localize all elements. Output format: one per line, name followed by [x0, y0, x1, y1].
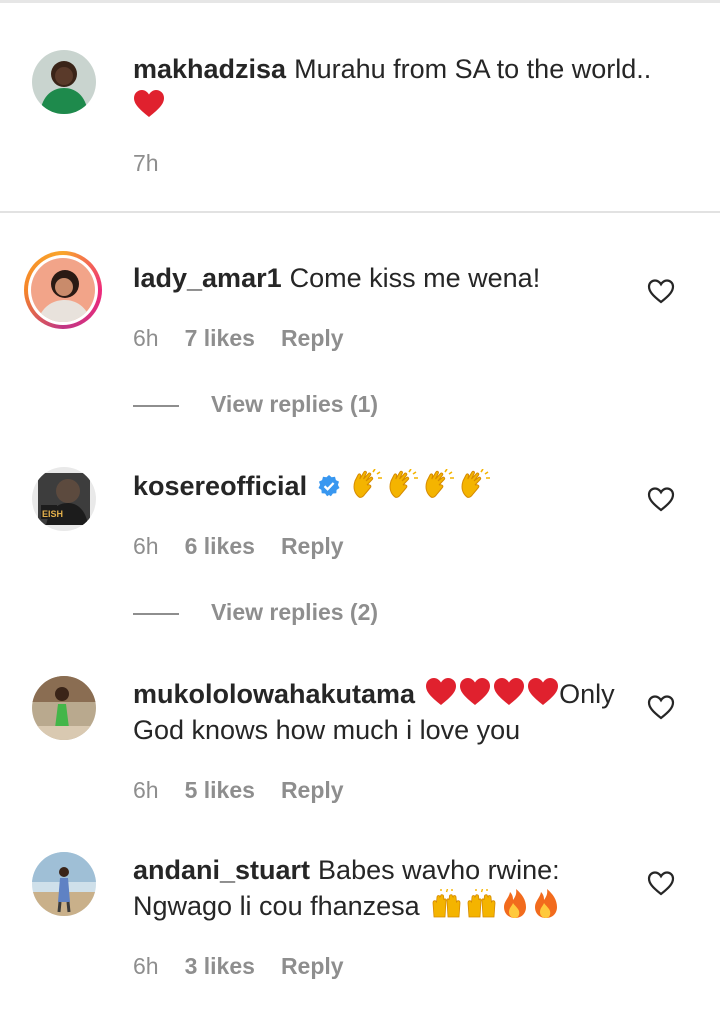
comment-text: mukololowahakutama Only God knows how mu…	[133, 676, 643, 748]
emoji-row	[431, 889, 560, 919]
likes-count[interactable]: 3 likes	[185, 953, 255, 979]
comment-body: Only	[559, 679, 615, 709]
caption-time: 7h	[133, 150, 159, 176]
comment-meta: 6h 3 likes Reply	[133, 951, 370, 981]
likes-count[interactable]: 5 likes	[185, 777, 255, 803]
avatar-logo-text: EISH	[42, 509, 63, 519]
comment-meta: 6h 7 likes Reply	[133, 323, 370, 353]
view-replies-button[interactable]: View replies (1)	[133, 391, 378, 418]
avatar[interactable]: EISH	[32, 467, 96, 531]
comment-time: 6h	[133, 777, 159, 803]
view-replies-button[interactable]: View replies (2)	[133, 599, 378, 626]
comment-meta: 6h 5 likes Reply	[133, 775, 370, 805]
caption-username[interactable]: makhadzisa	[133, 54, 286, 84]
likes-count[interactable]: 6 likes	[185, 533, 255, 559]
reply-button[interactable]: Reply	[281, 533, 344, 559]
reply-button[interactable]: Reply	[281, 325, 344, 351]
like-heart-icon[interactable]	[647, 870, 675, 896]
comment-username[interactable]: andani_stuart	[133, 855, 310, 885]
clapping-hands-icon	[425, 469, 455, 498]
likes-count[interactable]: 7 likes	[185, 325, 255, 351]
comment-username[interactable]: kosereofficial	[133, 471, 307, 501]
comment-username[interactable]: mukololowahakutama	[133, 679, 415, 709]
view-replies-label[interactable]: View replies (1)	[211, 391, 378, 417]
red-heart-icon	[528, 678, 559, 705]
clapping-hands-icon	[461, 469, 491, 498]
red-heart-icon	[494, 678, 525, 705]
view-replies-label[interactable]: View replies (2)	[211, 599, 378, 625]
story-ring[interactable]	[24, 251, 102, 329]
like-heart-icon[interactable]	[647, 278, 675, 304]
like-heart-icon[interactable]	[647, 694, 675, 720]
comment-time: 6h	[133, 953, 159, 979]
reply-button[interactable]: Reply	[281, 953, 344, 979]
caption-text: makhadzisa Murahu from SA to the world..	[133, 51, 693, 87]
clapping-hands-icon	[389, 469, 419, 498]
avatar[interactable]	[32, 50, 96, 114]
red-heart-icon	[460, 678, 491, 705]
like-heart-icon[interactable]	[647, 486, 675, 512]
raising-hands-icon	[432, 889, 461, 918]
red-heart-icon	[133, 89, 165, 119]
verified-badge-icon	[318, 475, 340, 497]
comment-time: 6h	[133, 533, 159, 559]
red-heart-icon	[426, 678, 457, 705]
comment-body-line2: God knows how much i love you	[133, 715, 521, 745]
fire-icon	[504, 889, 527, 918]
fire-icon	[535, 889, 558, 918]
comment-text: andani_stuart Babes wavho rwine: Ngwago l…	[133, 852, 643, 924]
caption-body: Murahu from SA to the world..	[294, 54, 652, 84]
reply-button[interactable]: Reply	[281, 777, 344, 803]
comment-meta: 6h 6 likes Reply	[133, 531, 370, 561]
comment-text: kosereofficial	[133, 468, 633, 504]
comment-body: Babes wavho rwine:	[318, 855, 560, 885]
avatar[interactable]	[31, 258, 95, 322]
raising-hands-icon	[467, 889, 496, 918]
avatar[interactable]	[32, 852, 96, 916]
replies-divider	[133, 612, 179, 615]
avatar[interactable]	[32, 676, 96, 740]
clapping-hands-icon	[353, 469, 383, 498]
post-caption: makhadzisa Murahu from SA to the world.. …	[0, 3, 720, 213]
clapping-hands-emoji-row	[351, 469, 491, 499]
red-heart-emoji-row	[425, 677, 559, 707]
comment-username[interactable]: lady_amar1	[133, 263, 282, 293]
comment-body-line2: Ngwago li cou fhanzesa	[133, 891, 420, 921]
comment-time: 6h	[133, 325, 159, 351]
replies-divider	[133, 404, 179, 407]
comment-text: lady_amar1 Come kiss me wena!	[133, 260, 633, 296]
caption-meta: 7h	[133, 148, 185, 178]
comment-body: Come kiss me wena!	[289, 263, 541, 293]
